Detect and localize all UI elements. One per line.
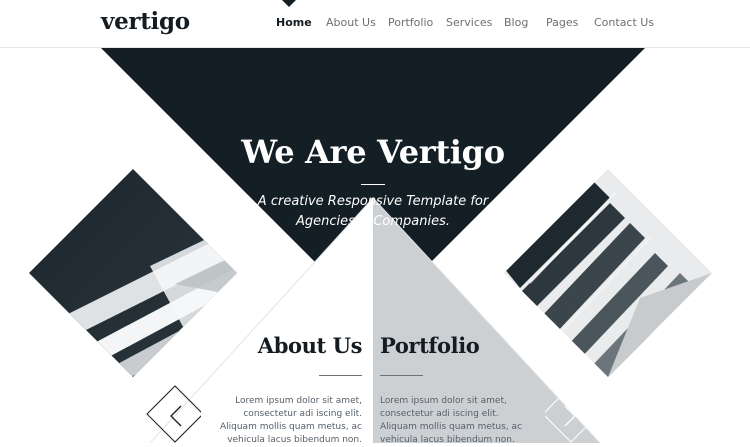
slider-prev-button[interactable]	[145, 384, 201, 443]
portfolio-divider	[380, 375, 423, 376]
hero-background	[29, 48, 712, 443]
slider-next-button[interactable]	[545, 384, 601, 443]
portfolio-line: consectetur adi iscing elit.	[380, 409, 499, 419]
nav-item-blog[interactable]: Blog	[504, 16, 528, 29]
about-line: vehicula lacus bibendum non.	[227, 435, 362, 445]
nav-item-contact-us[interactable]: Contact Us	[594, 16, 654, 29]
active-indicator-icon	[282, 0, 296, 7]
hero-subtitle-line: A creative Responsive Template for	[257, 194, 489, 209]
portfolio-line: Lorem ipsum dolor sit amet,	[380, 396, 507, 406]
portfolio-title[interactable]: Portfolio	[380, 333, 480, 358]
about-line: consectetur adi iscing elit.	[243, 409, 362, 419]
site-header: vertigo Home About Us Portfolio Services…	[0, 0, 750, 48]
hero-subtitle: A creative Responsive Template for Agenc…	[0, 192, 746, 232]
hero-subtitle-line: Agencies & Companies.	[296, 214, 450, 229]
nav-item-pages[interactable]: Pages	[546, 16, 578, 29]
main-nav: Home About Us Portfolio Services Blog Pa…	[0, 0, 750, 47]
portfolio-line: Aliquam mollis quam metus, ac	[380, 422, 523, 432]
nav-item-portfolio[interactable]: Portfolio	[388, 16, 433, 29]
about-line: Aliquam mollis quam metus, ac	[219, 422, 362, 432]
about-us-title[interactable]: About Us	[258, 333, 363, 358]
nav-item-about-us[interactable]: About Us	[326, 16, 376, 29]
about-line: Lorem ipsum dolor sit amet,	[235, 396, 362, 406]
portfolio-line: vehicula lacus bibendum non.	[380, 435, 515, 445]
nav-item-home[interactable]: Home	[276, 16, 312, 29]
chevron-right-icon	[564, 405, 576, 427]
nav-item-services[interactable]: Services	[446, 16, 492, 29]
about-divider	[319, 375, 362, 376]
hero-title: We Are Vertigo	[241, 133, 505, 171]
hero-stage: We Are Vertigo A creative Responsive Tem…	[0, 48, 750, 443]
hero-divider	[361, 184, 385, 185]
about-us-text: Lorem ipsum dolor sit amet, consectetur …	[220, 395, 362, 447]
chevron-left-icon	[170, 405, 182, 427]
portfolio-text: Lorem ipsum dolor sit amet, consectetur …	[380, 395, 522, 447]
